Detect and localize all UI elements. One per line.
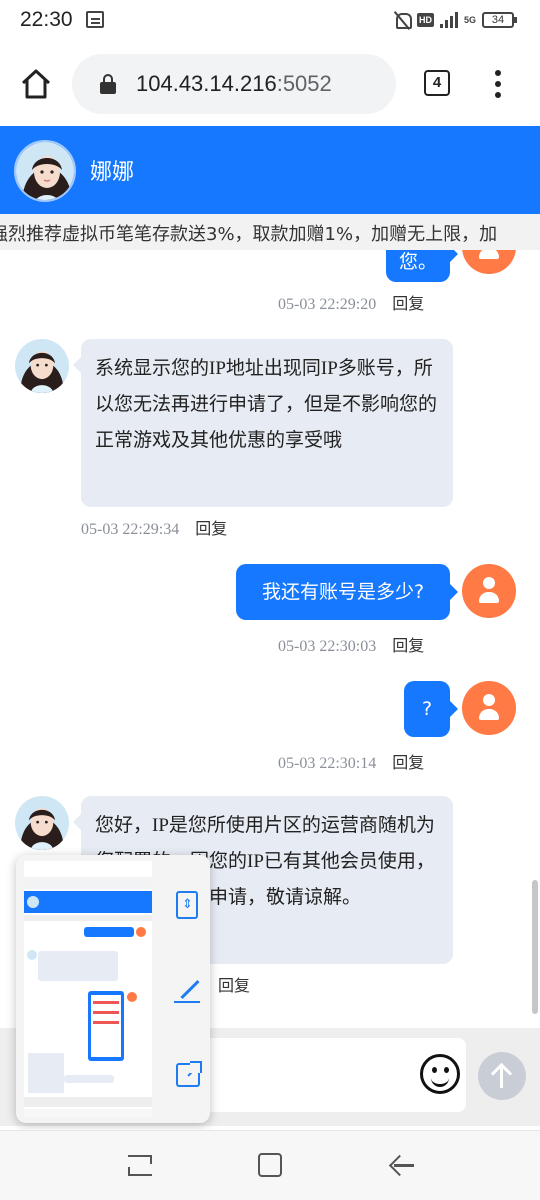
agent-message-bubble: 系统显示您的IP地址出现同IP多账号，所以您无法再进行申请了，但是不影响您的正常… <box>73 339 453 507</box>
address-bar[interactable]: 104.43.14.216:5052 <box>72 54 396 114</box>
agent-avatar <box>14 140 76 202</box>
emoji-icon[interactable] <box>420 1054 460 1094</box>
user-avatar <box>462 564 516 618</box>
message-time: 05-03 22:30:14 <box>278 755 377 772</box>
home-icon[interactable] <box>18 66 54 102</box>
more-menu-icon[interactable] <box>492 70 504 98</box>
agent-avatar <box>15 796 69 850</box>
home-nav-icon[interactable] <box>258 1153 282 1177</box>
signal-icon <box>439 12 458 28</box>
agent-name: 娜娜 <box>90 160 135 185</box>
lock-icon <box>100 74 116 94</box>
page-scrollbar[interactable] <box>532 880 538 1014</box>
url-text: 104.43.14.216:5052 <box>136 71 332 97</box>
system-nav-bar <box>0 1130 540 1200</box>
network-type-label: 5G <box>463 14 476 25</box>
reply-link[interactable]: 回复 <box>392 753 424 772</box>
share-icon[interactable] <box>176 1061 202 1087</box>
scroll-capture-icon[interactable] <box>176 891 198 919</box>
message-time: 05-03 22:29:20 <box>278 296 377 313</box>
agent-avatar <box>15 339 69 393</box>
user-icon <box>479 577 499 605</box>
url-port: :5052 <box>276 71 332 96</box>
status-time: 22:30 <box>20 8 73 31</box>
battery-icon: 34 <box>482 12 517 28</box>
send-button[interactable] <box>478 1052 526 1100</box>
screenshot-tools <box>158 855 210 1123</box>
user-message-bubble: ? <box>404 681 458 737</box>
user-message-bubble: 您。 <box>386 250 458 282</box>
message-text: 系统显示您的IP地址出现同IP多账号，所以您无法再进行申请了，但是不影响您的正常… <box>95 358 438 451</box>
tab-switcher-button[interactable]: 4 <box>424 70 450 96</box>
screenshot-thumbnail[interactable] <box>24 861 152 1117</box>
status-bar: 22:30 HD 5G 34 <box>0 0 540 42</box>
hd-badge: HD <box>416 13 434 27</box>
bell-off-icon <box>393 10 412 30</box>
message-meta: 05-03 22:30:14 回复 <box>278 749 424 773</box>
back-icon[interactable] <box>390 1154 414 1178</box>
notification-app-icon <box>86 11 104 28</box>
status-icons: HD 5G 34 <box>393 10 517 30</box>
message-time: 05-03 22:29:34 <box>81 521 180 538</box>
chat-header: 娜娜 <box>0 126 540 214</box>
reply-link[interactable]: 回复 <box>392 636 424 655</box>
user-message-bubble: 我还有账号是多少? <box>236 564 458 620</box>
reply-link[interactable]: 回复 <box>218 976 250 995</box>
reply-link[interactable]: 回复 <box>392 294 424 313</box>
message-meta: 回复 <box>218 972 250 996</box>
edit-icon[interactable] <box>174 977 200 1003</box>
user-icon <box>479 250 499 261</box>
message-meta: 05-03 22:29:20 回复 <box>278 290 424 314</box>
recent-apps-icon[interactable] <box>128 1155 152 1177</box>
screenshot-preview[interactable] <box>16 855 210 1123</box>
browser-toolbar: 104.43.14.216:5052 4 <box>0 42 540 126</box>
reply-link[interactable]: 回复 <box>195 519 227 538</box>
user-icon <box>479 694 499 722</box>
message-text: 您。 <box>398 251 437 273</box>
user-avatar <box>462 250 516 274</box>
message-meta: 05-03 22:29:34 回复 <box>81 515 227 539</box>
url-host: 104.43.14.216 <box>136 71 277 96</box>
announcement-text: 强烈推荐虚拟币笔笔存款送3%，取款加赠1%，加赠无上限，加 <box>0 224 498 245</box>
message-text: 我还有账号是多少? <box>261 581 425 603</box>
message-time: 05-03 22:30:03 <box>278 638 377 655</box>
message-text: ? <box>421 698 433 720</box>
user-avatar <box>462 681 516 735</box>
announcement-marquee: 强烈推荐虚拟币笔笔存款送3%，取款加赠1%，加赠无上限，加 <box>0 214 540 250</box>
message-meta: 05-03 22:30:03 回复 <box>278 632 424 656</box>
